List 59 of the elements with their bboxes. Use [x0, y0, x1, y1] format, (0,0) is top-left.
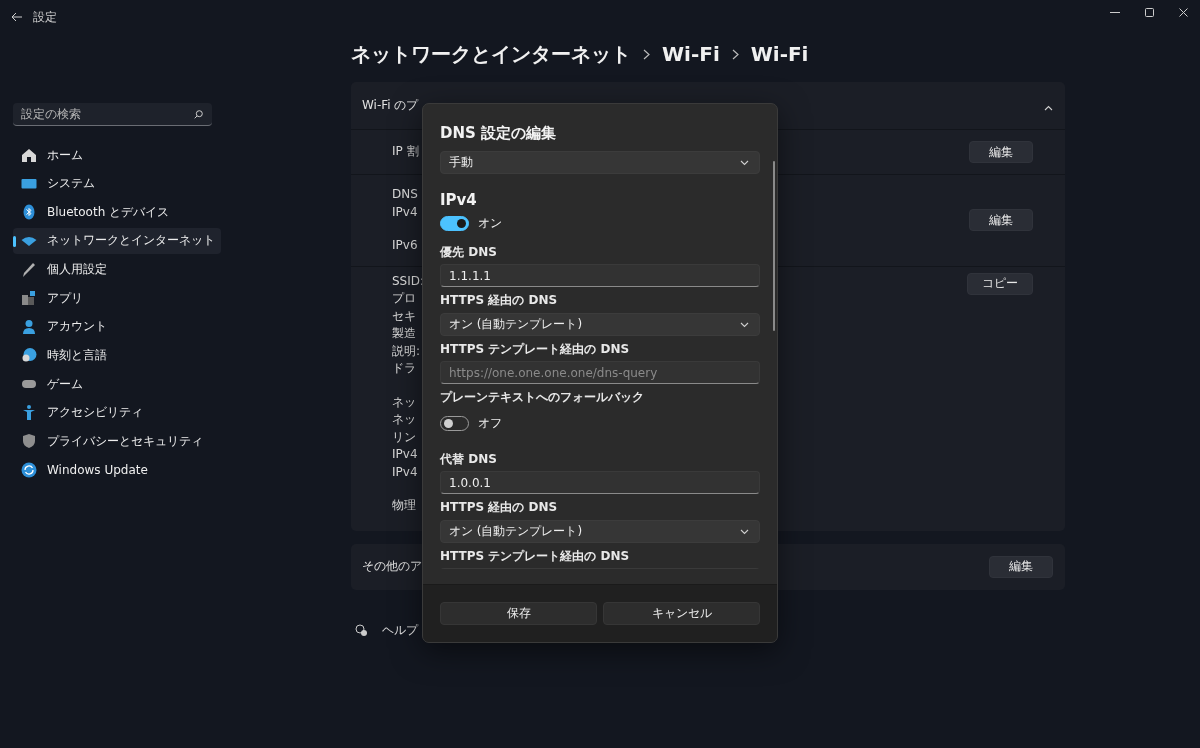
- help-link[interactable]: ヘルプ: [382, 621, 418, 639]
- section-heading: IPv4: [440, 190, 478, 211]
- field-label: プレーンテキストへのフォールバック: [440, 389, 644, 406]
- sidebar-item[interactable]: ネットワークとインターネット: [13, 227, 221, 254]
- adapter-label: その他のア: [362, 558, 422, 575]
- dropdown[interactable]: オン (自動テンプレート): [440, 520, 760, 543]
- sidebar-item[interactable]: Windows Update: [13, 457, 221, 484]
- input-field[interactable]: 1.0.0.1: [440, 471, 760, 494]
- field-label: 優先 DNS: [440, 244, 497, 261]
- edit-button[interactable]: 編集: [989, 555, 1053, 578]
- sidebar-item[interactable]: Bluetooth とデバイス: [13, 199, 221, 226]
- field-label: HTTPS テンプレート経由の DNS: [440, 341, 630, 358]
- sidebar-item[interactable]: プライバシーとセキュリティ: [13, 428, 221, 455]
- property-label: リン: [392, 428, 416, 446]
- property-label: IPv6: [392, 237, 418, 254]
- sidebar-item[interactable]: ホーム: [13, 142, 221, 168]
- property-label: IPv4: [392, 446, 418, 463]
- window-title: 設定: [33, 8, 57, 26]
- toggle-label: オン: [478, 215, 502, 232]
- property-label: ドラ: [392, 360, 416, 377]
- row-button[interactable]: コピー: [967, 272, 1033, 295]
- sidebar-item[interactable]: アプリ: [13, 285, 221, 312]
- property-label: IPv4: [392, 463, 418, 481]
- field-label: HTTPS テンプレート経由の DNS: [440, 548, 630, 565]
- property-label: IPv4: [392, 203, 418, 221]
- sidebar-item[interactable]: 個人用設定: [13, 256, 221, 283]
- breadcrumb-item[interactable]: Wi-Fi: [662, 42, 720, 66]
- row-button[interactable]: 編集: [969, 141, 1033, 163]
- property-label: 製造: [392, 325, 416, 342]
- sidebar-item[interactable]: システム: [13, 170, 221, 197]
- sidebar-item[interactable]: アカウント: [13, 313, 221, 340]
- property-label: ネッ: [392, 393, 416, 411]
- search-field[interactable]: 設定の検索: [13, 103, 212, 126]
- property-label: プロ: [392, 290, 416, 307]
- property-label: セキ: [392, 307, 416, 325]
- dropdown[interactable]: 手動: [440, 151, 760, 174]
- property-label: 物理: [392, 497, 416, 514]
- property-label: SSID:: [392, 272, 425, 290]
- field-label: HTTPS 経由の DNS: [440, 499, 558, 516]
- property-label: ネッ: [392, 411, 416, 428]
- card-title: Wi-Fi のプ: [362, 97, 419, 114]
- breadcrumb-item: Wi-Fi: [750, 42, 809, 66]
- toggle-label: オフ: [478, 415, 502, 432]
- property-label: IP 割: [392, 143, 419, 161]
- cancel-button[interactable]: キャンセル: [603, 602, 760, 625]
- sidebar-item[interactable]: アクセシビリティ: [13, 399, 221, 426]
- property-label: 説明:: [392, 342, 421, 360]
- breadcrumb-item[interactable]: ネットワークとインターネット: [351, 40, 631, 68]
- dropdown[interactable]: オン (自動テンプレート): [440, 313, 760, 336]
- input-field[interactable]: https://one.one.one.one/dns-query: [440, 361, 760, 384]
- property-label: DNS: [392, 186, 418, 203]
- input-field[interactable]: 1.1.1.1: [440, 264, 760, 287]
- row-button[interactable]: 編集: [969, 209, 1033, 232]
- sidebar-item[interactable]: ゲーム: [13, 371, 221, 398]
- field-label: 代替 DNS: [440, 451, 497, 468]
- sidebar-item[interactable]: 時刻と言語: [13, 342, 221, 369]
- field-label: HTTPS 経由の DNS: [440, 292, 558, 309]
- dialog-title: DNS 設定の編集: [440, 123, 558, 144]
- save-button[interactable]: 保存: [440, 602, 597, 625]
